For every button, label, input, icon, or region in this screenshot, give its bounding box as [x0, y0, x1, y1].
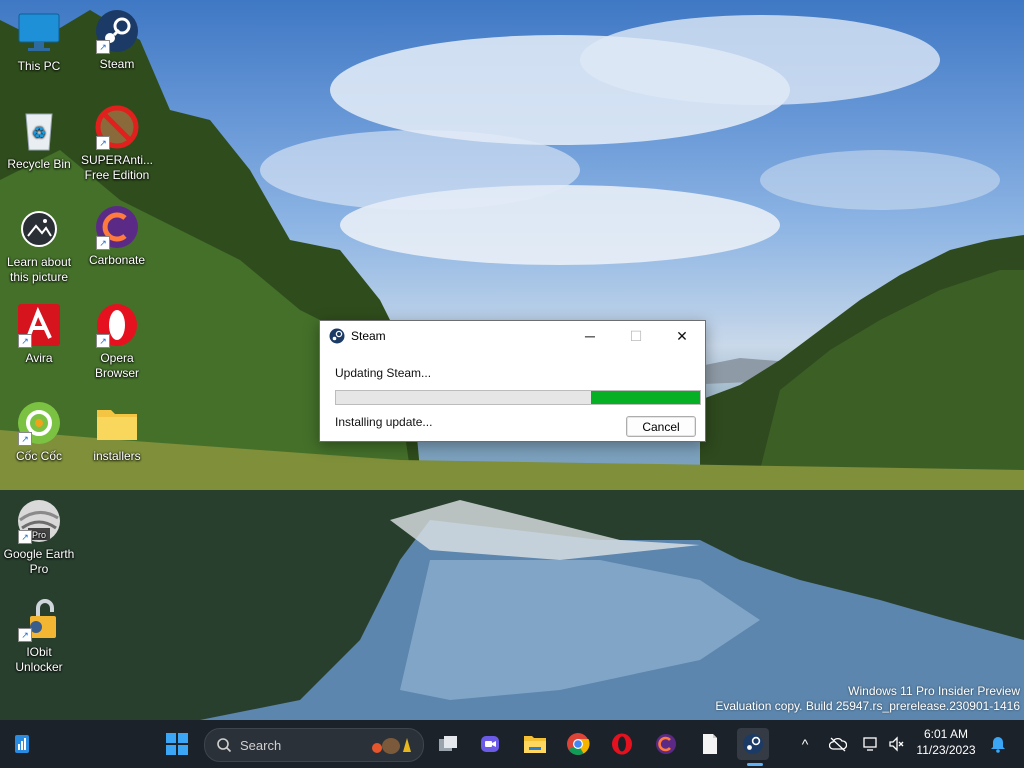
shortcut-arrow-icon: ↗: [96, 136, 110, 150]
maximize-icon: ☐: [629, 327, 643, 344]
update-status-text: Updating Steam...: [335, 366, 432, 380]
cloud-offline-icon: [829, 737, 847, 752]
desktop-icon-label: Browser: [94, 366, 139, 380]
desktop-icon-label: this picture: [9, 270, 69, 284]
tray-overflow-chevron[interactable]: ^: [798, 736, 812, 752]
watermark-line1: Windows 11 Pro Insider Preview: [848, 684, 1020, 698]
desktop-icon-label: Steam: [99, 57, 135, 71]
dialog-title: Steam: [351, 329, 386, 343]
shortcut-arrow-icon: ↗: [96, 236, 110, 250]
windows-watermark: Windows 11 Pro Insider Preview Evaluatio…: [715, 684, 1020, 714]
taskbar-task-view[interactable]: [432, 728, 464, 760]
desktop-icon-label: Cốc Cốc: [15, 449, 62, 463]
desktop-icon-recycle-bin[interactable]: ♻ Recycle Bin: [1, 108, 77, 172]
minimize-button[interactable]: ─: [567, 321, 613, 351]
desktop-icon-label: Recycle Bin: [7, 157, 71, 171]
chrome-icon: [567, 733, 590, 755]
desktop-icon-label: Avira: [25, 351, 53, 365]
notepad-icon: [703, 734, 717, 754]
update-substatus-text: Installing update...: [335, 415, 433, 429]
minimize-icon: ─: [585, 328, 595, 344]
desktop-icon-opera[interactable]: ↗ Opera Browser: [79, 302, 155, 381]
coc-coc-icon: [656, 734, 676, 754]
desktop-icon-installers[interactable]: installers: [79, 400, 155, 464]
folder-icon: [97, 410, 137, 440]
shortcut-arrow-icon: ↗: [18, 334, 32, 348]
taskbar-meet[interactable]: [474, 728, 506, 760]
desktop-icon-label: Google Earth: [3, 547, 75, 561]
learn-about-picture-icon: [21, 211, 57, 247]
desktop-icon-superantispyware[interactable]: ↗ SUPERAnti... Free Edition: [79, 104, 155, 183]
shortcut-arrow-icon: ↗: [96, 334, 110, 348]
start-icon: [166, 733, 188, 755]
opera-icon: [612, 733, 632, 755]
taskbar-widgets[interactable]: [6, 728, 38, 760]
tray-volume[interactable]: [881, 728, 913, 760]
taskbar-search[interactable]: Search: [204, 728, 424, 762]
desktop-icon-label: Carbonate: [88, 253, 146, 267]
taskbar-steam[interactable]: [737, 728, 769, 766]
meet-icon: [481, 736, 499, 752]
desktop-icon-iobit-unlocker[interactable]: ↗ IObit Unlocker: [1, 596, 77, 675]
desktop-icon-carbonate[interactable]: ↗ Carbonate: [79, 204, 155, 268]
shortcut-arrow-icon: ↗: [18, 530, 32, 544]
desktop-icon-coc-coc[interactable]: ↗ Cốc Cốc: [1, 400, 77, 464]
start-button[interactable]: [161, 728, 193, 760]
steam-update-dialog: Steam ─ ☐ ✕ Updating Steam... Installing…: [319, 320, 706, 442]
taskbar-chrome[interactable]: [562, 728, 594, 760]
taskbar-file-explorer[interactable]: [519, 728, 551, 760]
tray-notifications[interactable]: [982, 728, 1014, 760]
close-icon: ✕: [676, 327, 688, 344]
desktop-icon-label: Free Edition: [84, 168, 150, 182]
close-button[interactable]: ✕: [659, 321, 705, 351]
this-pc-icon: [18, 13, 60, 51]
desktop-icon-steam[interactable]: ↗ Steam: [79, 8, 155, 72]
steam-icon: [329, 328, 345, 344]
watermark-line2: Evaluation copy. Build 25947.rs_prerelea…: [715, 699, 1020, 713]
tray-cloud[interactable]: [822, 728, 854, 760]
widgets-icon: [15, 735, 29, 753]
recycle-bin-icon: ♻: [25, 113, 53, 151]
clock-date: 11/23/2023: [916, 743, 976, 757]
search-icon: [217, 738, 232, 753]
desktop-icon-label: Opera: [100, 351, 134, 365]
desktop-icon-this-pc[interactable]: This PC: [1, 10, 77, 74]
taskbar-notepad[interactable]: [694, 728, 726, 760]
shortcut-arrow-icon: ↗: [18, 628, 32, 642]
search-highlight-icon: [372, 738, 411, 754]
shortcut-arrow-icon: ↗: [96, 40, 110, 54]
taskbar-opera[interactable]: [606, 728, 638, 760]
maximize-button: ☐: [613, 321, 659, 351]
cancel-button[interactable]: Cancel: [626, 416, 696, 437]
desktop-icon-label: installers: [93, 449, 141, 463]
desktop-icon-label: This PC: [17, 59, 61, 73]
desktop-icon-learn-about-picture[interactable]: Learn about this picture: [1, 206, 77, 285]
tray-clock[interactable]: 6:01 AM 11/23/2023: [912, 727, 980, 757]
update-progress-bar: [335, 390, 701, 405]
search-placeholder: Search: [240, 738, 282, 753]
clock-time: 6:01 AM: [923, 727, 969, 741]
active-app-indicator: [747, 763, 763, 766]
desktop-icon-label: IObit: [26, 645, 52, 659]
taskbar-coc-coc[interactable]: [650, 728, 682, 760]
desktop-icon-label: Unlocker: [15, 660, 63, 674]
desktop-icon-label: SUPERAnti...: [80, 153, 154, 167]
task-view-icon: [439, 736, 457, 751]
desktop-icon-google-earth-pro[interactable]: Pro ↗ Google Earth Pro: [1, 498, 77, 577]
notification-bell-icon: [991, 737, 1005, 753]
svg-text:Pro: Pro: [32, 530, 46, 540]
shortcut-arrow-icon: ↗: [18, 432, 32, 446]
volume-muted-icon: [889, 736, 904, 752]
desktop-icon-avira[interactable]: ↗ Avira: [1, 302, 77, 366]
progress-bar-fill: [590, 391, 700, 404]
svg-text:♻: ♻: [32, 123, 46, 142]
desktop-icon-label: Pro: [29, 562, 49, 576]
desktop-icon-label: Learn about: [6, 255, 72, 269]
network-icon: [863, 737, 877, 751]
dialog-titlebar[interactable]: Steam ─ ☐ ✕: [320, 321, 705, 351]
file-explorer-icon: [524, 736, 546, 753]
steam-icon: [743, 734, 763, 754]
